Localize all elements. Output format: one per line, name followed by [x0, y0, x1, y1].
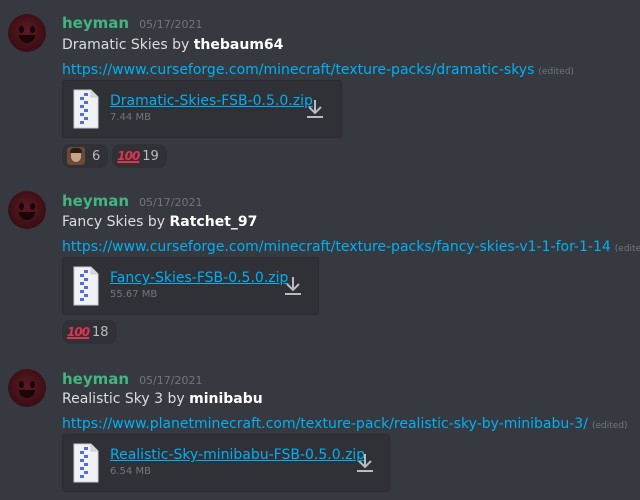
pack-link[interactable]: https://www.curseforge.com/minecraft/tex…: [62, 239, 611, 255]
reaction[interactable]: 100 18: [62, 320, 117, 344]
file-name-link[interactable]: Fancy-Skies-FSB-0.5.0.zip: [110, 270, 288, 286]
username[interactable]: heyman: [62, 14, 129, 32]
reaction-count: 19: [142, 148, 159, 164]
file-name-link[interactable]: Dramatic-Skies-FSB-0.5.0.zip: [110, 93, 313, 109]
pack-title: Fancy Skies by: [62, 214, 170, 230]
reaction-bar: 6 100 19: [62, 144, 167, 168]
avatar-eye: [19, 203, 24, 210]
message-text: Dramatic Skies by thebaum64: [62, 37, 283, 53]
username[interactable]: heyman: [62, 370, 129, 388]
pack-title: Realistic Sky 3 by: [62, 391, 190, 407]
link-line: https://www.curseforge.com/minecraft/tex…: [62, 236, 640, 255]
link-line: https://www.planetminecraft.com/texture-…: [62, 413, 628, 432]
user-avatar[interactable]: [8, 14, 46, 52]
file-attachment: Fancy-Skies-FSB-0.5.0.zip 55.67 MB: [62, 257, 319, 315]
download-icon[interactable]: [305, 98, 325, 120]
timestamp: 05/17/2021: [139, 374, 203, 387]
reaction[interactable]: 6: [62, 144, 109, 168]
edited-label: (edited): [538, 67, 574, 77]
hundred-points-icon: 100: [67, 325, 90, 339]
message-header: heyman 05/17/2021: [62, 14, 202, 34]
message-text: Realistic Sky 3 by minibabu: [62, 391, 263, 407]
reaction-count: 18: [92, 324, 109, 340]
message-header: heyman 05/17/2021: [62, 370, 202, 390]
avatar-eye: [30, 381, 35, 388]
timestamp: 05/17/2021: [139, 18, 203, 31]
face-emoji-icon: [67, 147, 85, 165]
reaction-bar: 100 18: [62, 320, 117, 344]
avatar-eye: [19, 26, 24, 33]
timestamp: 05/17/2021: [139, 196, 203, 209]
edited-label: (edited): [614, 244, 640, 254]
file-name-link[interactable]: Realistic-Sky-minibabu-FSB-0.5.0.zip: [110, 447, 365, 463]
file-attachment: Dramatic-Skies-FSB-0.5.0.zip 7.44 MB: [62, 80, 342, 138]
pack-author: minibabu: [189, 391, 263, 407]
zip-file-icon: [73, 443, 99, 483]
message-text: Fancy Skies by Ratchet_97: [62, 214, 257, 230]
reaction[interactable]: 100 19: [112, 144, 167, 168]
file-size: 55.67 MB: [110, 289, 158, 300]
pack-link[interactable]: https://www.curseforge.com/minecraft/tex…: [62, 62, 534, 78]
username[interactable]: heyman: [62, 192, 129, 210]
download-icon[interactable]: [355, 452, 375, 474]
file-size: 7.44 MB: [110, 112, 151, 123]
pack-title: Dramatic Skies by: [62, 37, 194, 53]
hundred-points-icon: 100: [117, 149, 140, 163]
avatar-mouth: [19, 35, 35, 43]
download-icon[interactable]: [283, 275, 303, 297]
avatar-eye: [30, 26, 35, 33]
avatar-mouth: [19, 212, 35, 220]
avatar-mouth: [19, 390, 35, 398]
file-size: 6.54 MB: [110, 466, 151, 477]
pack-author: Ratchet_97: [169, 214, 258, 230]
avatar-eye: [19, 381, 24, 388]
file-attachment: Realistic-Sky-minibabu-FSB-0.5.0.zip 6.5…: [62, 434, 390, 492]
link-line: https://www.curseforge.com/minecraft/tex…: [62, 59, 574, 78]
user-avatar[interactable]: [8, 191, 46, 229]
user-avatar[interactable]: [8, 369, 46, 407]
pack-link[interactable]: https://www.planetminecraft.com/texture-…: [62, 416, 588, 432]
reaction-count: 6: [92, 148, 101, 164]
edited-label: (edited): [591, 421, 628, 431]
avatar-eye: [30, 203, 35, 210]
zip-file-icon: [73, 89, 99, 129]
pack-author: thebaum64: [193, 37, 284, 53]
zip-file-icon: [73, 266, 99, 306]
message-header: heyman 05/17/2021: [62, 192, 202, 212]
